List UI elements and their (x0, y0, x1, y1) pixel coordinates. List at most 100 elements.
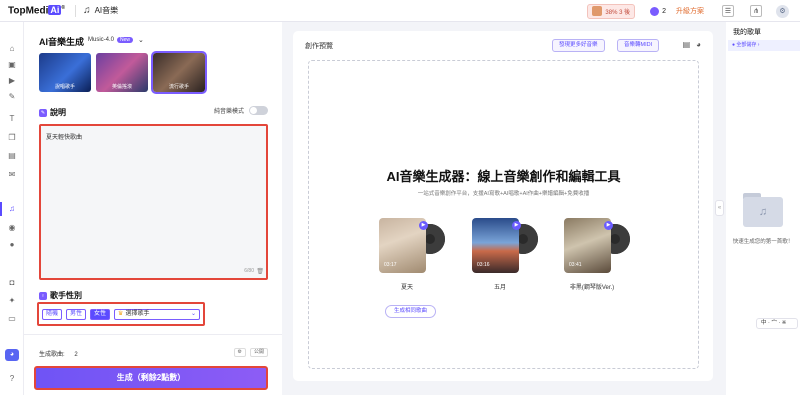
singer-select[interactable]: ♛ 選擇歌手 ⌄ (114, 308, 201, 320)
toggle-switch[interactable] (249, 106, 268, 115)
folder-icon[interactable]: ▭ (7, 314, 17, 324)
copy-icon[interactable]: ❐ (7, 133, 17, 143)
song-name: 五月 (493, 285, 506, 291)
style-card-selected[interactable]: 流行歌手 (151, 51, 207, 94)
trash-icon[interactable]: 🗑 (256, 268, 264, 275)
generate-count: 生成歌曲: 2 (39, 349, 78, 358)
model-name: Music-4.0 (88, 37, 115, 43)
settings-icon[interactable]: ⚙ (233, 348, 246, 357)
generate-tools: ⚙ 公開 (233, 348, 268, 357)
discover-button[interactable]: 發現更多好音樂 (552, 39, 605, 52)
style-card-label: 流行歌手 (168, 84, 189, 90)
promo-icon (592, 6, 603, 16)
empty-folder-icon: ♫ (743, 193, 783, 227)
voice-icon[interactable]: ◉ (7, 223, 17, 233)
divider (24, 334, 282, 335)
song-card[interactable]: ▶ 03:16 五月 (472, 218, 546, 298)
menu-icon[interactable]: ☰ (722, 5, 734, 17)
chat-icon[interactable]: ✉ (7, 170, 17, 180)
divider (75, 4, 77, 17)
singer-select-value: 選擇歌手 (125, 310, 150, 317)
gender-icon: ♀ (39, 291, 47, 300)
brand-mark: ® (61, 4, 66, 11)
edit-icon[interactable]: ✎ (7, 92, 17, 102)
lyrics-label-text: 說明 (50, 108, 66, 117)
help-icon[interactable]: ? (7, 374, 17, 384)
sample-songs: ▶ 03:17 夏天 ▶ 03:16 五月 ▶ 03:41 非黑(鋼琴版Ver.… (379, 218, 639, 298)
song-name: 夏天 (400, 285, 413, 291)
credits-count: 2 (662, 7, 666, 15)
char-count: 6/80 (244, 268, 254, 274)
playlist-title: 我的歌單 (733, 29, 761, 36)
collapse-icon[interactable]: « (715, 200, 724, 216)
lyrics-input[interactable]: 夏天輕快歌曲 6/80 🗑 (39, 124, 268, 280)
public-toggle[interactable]: 公開 (249, 348, 268, 357)
credits[interactable]: 2 (650, 6, 666, 16)
text-icon[interactable]: T (7, 114, 17, 124)
play-icon[interactable]: ▶ (604, 221, 613, 230)
play-icon[interactable]: ▶ (419, 221, 428, 230)
crown-icon: ♛ (118, 310, 124, 317)
new-badge: New (117, 37, 134, 43)
song-duration: 03:16 (477, 262, 490, 268)
generate-similar-button[interactable]: 生成相同歌曲 (385, 305, 437, 318)
folder-body: ♫ (743, 197, 783, 227)
image-icon[interactable]: ▣ (7, 60, 17, 70)
toggle-knob (250, 107, 257, 114)
share-icon[interactable]: ⋔ (750, 5, 762, 17)
lyrics-label: ✎ 說明 (39, 107, 66, 118)
language-switcher[interactable]: 中 · 宀 · ※ (756, 318, 798, 329)
empty-state-text: 快速生成您的第一首歌！ (732, 239, 794, 245)
camera-icon[interactable]: ◘ (7, 278, 17, 288)
topbar-actions: 38% 3 後 2 升級方案 ☰ ⋔ ⚙ (587, 0, 800, 22)
hero-subtitle: 一站式音樂創作平台，支援AI寫歌+AI唱歌+AI作曲+樂譜編輯+免費收播 (417, 191, 590, 197)
brand-text: TopMedi (8, 5, 49, 17)
discord-icon[interactable]: ◕ (5, 349, 19, 361)
workspace-title: 創作預覽 (305, 43, 333, 50)
upgrade-link[interactable]: 升級方案 (676, 6, 704, 16)
hero-title: AI音樂生成器：線上音樂創作和編輯工具 (386, 169, 621, 184)
song-duration: 03:41 (569, 262, 582, 268)
brand-ai: Ai (48, 5, 62, 16)
song-name: 非黑(鋼琴版Ver.) (569, 285, 615, 291)
document-icon[interactable]: ▤ (683, 40, 691, 49)
music-icon[interactable]: ♫ (7, 204, 17, 214)
preview-workspace: 創作預覽 發現更多好音樂 音樂轉MIDI ▤ ◕ AI音樂生成器：線上音樂創作和… (293, 31, 713, 381)
style-card[interactable]: 英倫搖滾 (96, 53, 148, 92)
generator-panel: AI音樂生成 Music-4.0 New ⌄ 說唱歌手 英倫搖滾 流行歌手 ✎ … (24, 22, 282, 395)
active-indicator (0, 202, 2, 216)
discord-icon[interactable]: ◕ (696, 40, 701, 49)
song-card[interactable]: ▶ 03:17 夏天 (379, 218, 453, 298)
gender-female[interactable]: 女性 (90, 308, 111, 320)
home-icon[interactable]: ⌂ (7, 44, 17, 54)
playlist-panel: 我的歌單 ● 全部儲存 › ♫ 快速生成您的第一首歌！ (726, 22, 800, 395)
brand-logo[interactable]: TopMedi Ai ® (8, 5, 65, 16)
video-icon[interactable]: ▶ (7, 76, 17, 86)
model-select[interactable]: Music-4.0 New ⌄ (88, 36, 144, 44)
song-card[interactable]: ▶ 03:41 非黑(鋼琴版Ver.) (564, 218, 638, 298)
music-note-icon: ♫ (83, 5, 91, 16)
gender-random[interactable]: 隨機 (42, 308, 63, 320)
chevron-down-icon: ⌄ (191, 310, 197, 317)
credit-icon (650, 6, 660, 16)
save-all-link[interactable]: ● 全部儲存 › (728, 40, 800, 51)
style-card-label: 說唱歌手 (54, 84, 75, 90)
instrumental-toggle: 純音樂模式 (214, 106, 268, 115)
midi-button[interactable]: 音樂轉MIDI (617, 39, 660, 52)
avatar[interactable]: ⚙ (776, 4, 789, 18)
mic-icon[interactable]: ● (7, 240, 17, 250)
top-bar: TopMedi Ai ® ♫ AI音樂 38% 3 後 2 升級方案 ☰ ⋔ ⚙ (0, 0, 800, 22)
star-icon[interactable]: ✦ (7, 296, 17, 306)
lyrics-value: 夏天輕快歌曲 (46, 135, 83, 141)
gender-male[interactable]: 男性 (66, 308, 87, 320)
workspace-icons: ▤ ◕ (683, 40, 701, 49)
song-duration: 03:17 (384, 262, 397, 268)
generate-button[interactable]: 生成（剩餘2點數） (34, 366, 268, 390)
promo-badge[interactable]: 38% 3 後 (587, 3, 636, 19)
lyrics-icon: ✎ (39, 108, 47, 117)
play-icon[interactable]: ▶ (512, 221, 521, 230)
chevron-down-icon: ⌄ (138, 37, 144, 44)
doc-icon[interactable]: ▤ (7, 151, 17, 161)
gender-options: 隨機 男性 女性 ♛ 選擇歌手 ⌄ (37, 302, 205, 326)
style-card[interactable]: 說唱歌手 (39, 53, 91, 92)
